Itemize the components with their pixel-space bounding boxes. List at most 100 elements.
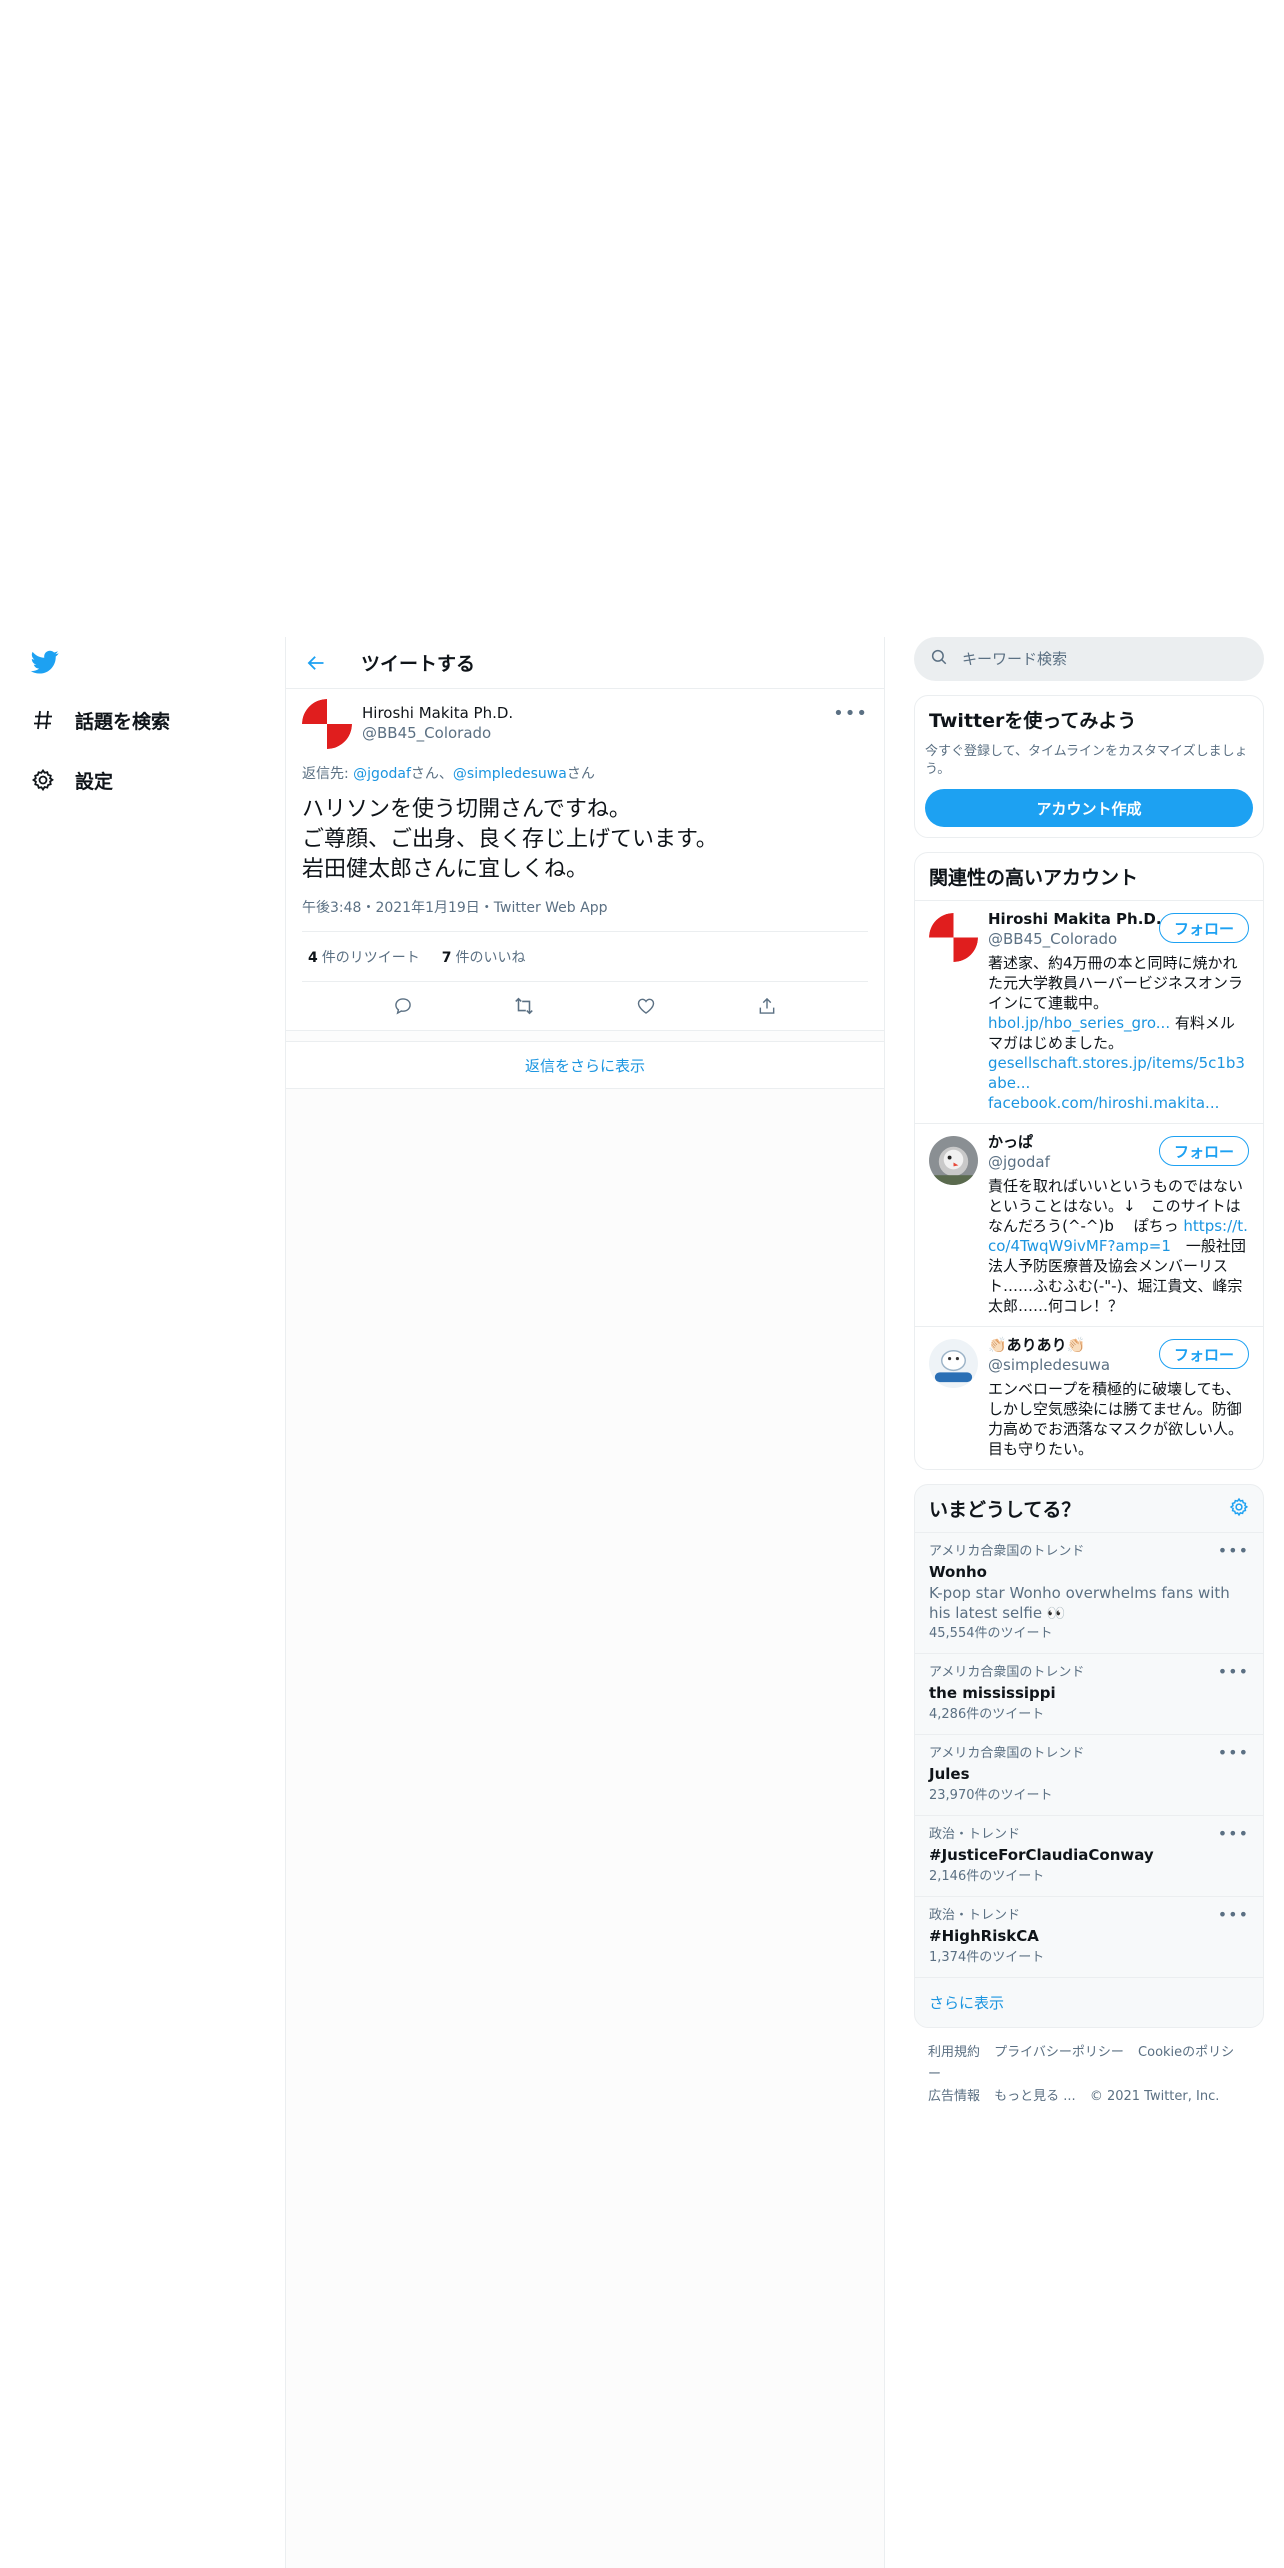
author-name[interactable]: Hiroshi Makita Ph.D. [362,703,513,723]
search-box[interactable] [914,637,1264,681]
trend-context: アメリカ合衆国のトレンド [929,1665,1085,1680]
retweet-stat[interactable]: 4 件のリツイート [308,947,420,967]
avatar[interactable] [929,1136,978,1185]
trend-context: 政治・トレンド [929,1908,1021,1923]
account-bio: 責任を取ればいいというものではないということはない。↓ このサイトはなんだろう(… [988,1176,1249,1316]
trend-context: アメリカ合衆国のトレンド [929,1544,1085,1559]
right-sidebar: Twitterを使ってみよう 今すぐ登録して、タイムラインをカスタマイズしましょ… [914,637,1264,2108]
main-header: ツイートする [286,637,884,689]
nav-explore-label: 話題を検索 [75,710,171,733]
trends-card: いまどうしてる？ アメリカ合衆国のトレンド Wonho K-pop star W… [914,1484,1264,2028]
share-icon[interactable] [749,988,785,1024]
like-label: 件のいいね [455,949,526,966]
trend-item[interactable]: 政治・トレンド #HighRiskCA 1,374件のツイート ••• [915,1897,1263,1978]
trends-title: いまどうしてる？ [929,1499,1081,1521]
show-more-trends-link[interactable]: さらに表示 [915,1978,1263,2027]
trend-context: アメリカ合衆国のトレンド [929,1746,1085,1761]
trend-name: Jules [929,1765,970,1783]
author-handle[interactable]: @BB45_Colorado [362,723,513,743]
retweet-count: 4 [308,949,318,966]
trend-name: Wonho [929,1563,987,1581]
retweet-label: 件のリツイート [321,949,420,966]
footer-ads-link[interactable]: 広告情報 [928,2089,980,2104]
reply-icon[interactable] [385,988,421,1024]
trend-count: 1,374件のツイート [929,1950,1045,1965]
trend-count: 45,554件のツイート [929,1626,1053,1641]
footer-copyright: © 2021 Twitter, Inc. [1089,2089,1220,2104]
account-bio: 著述家、約4万冊の本と同時に焼かれた元大学教員ハーバービジネスオンラインにて連載… [988,953,1249,1113]
search-icon [930,648,948,670]
follow-button[interactable]: フォロー [1158,1339,1249,1369]
hashtag-icon [29,706,57,734]
related-account[interactable]: 👏🏻ありあり👏🏻 @simpledesuwa エンベロープを積極的に破壊しても、… [915,1326,1263,1469]
follow-button[interactable]: フォロー [1158,913,1249,943]
page-title: ツイートする [361,653,476,675]
footer-more-link[interactable]: もっと見る ... [994,2089,1076,2104]
search-input[interactable] [962,650,1242,668]
tweet-actions [302,982,868,1030]
trend-item[interactable]: 政治・トレンド #JusticeForClaudiaConway 2,146件の… [915,1816,1263,1897]
bio-link[interactable]: hbol.jp/hbo_series_gro... [988,1014,1170,1032]
trend-description: K-pop star Wonho overwhelms fans with hi… [929,1584,1230,1622]
more-options-icon[interactable]: ••• [1218,1905,1249,1924]
trend-count: 2,146件のツイート [929,1869,1045,1884]
like-stat[interactable]: 7 件のいいね [442,947,526,967]
footer-links: 利用規約 プライバシーポリシー Cookieのポリシー 広告情報 もっと見る .… [914,2042,1264,2108]
avatar[interactable] [929,913,978,962]
create-account-button[interactable]: アカウント作成 [925,789,1253,827]
tweet-stats: 4 件のリツイート 7 件のいいね [302,932,868,982]
more-options-icon[interactable]: ••• [833,703,868,724]
twitter-bird-icon[interactable] [29,648,61,676]
signup-title: Twitterを使ってみよう [929,710,1137,732]
avatar[interactable] [929,1339,978,1388]
more-options-icon[interactable]: ••• [1218,1541,1249,1560]
reply-separator: さん、 [410,766,453,782]
footer-terms-link[interactable]: 利用規約 [928,2045,980,2060]
show-more-replies-button[interactable]: 返信をさらに表示 [286,1041,884,1089]
reply-to: 返信先: @jgodafさん、@simpledesuwaさん [302,763,868,783]
related-title: 関連性の高いアカウント [929,867,1139,889]
reply-user-link[interactable]: @simpledesuwa [453,766,567,782]
trend-count: 4,286件のツイート [929,1707,1045,1722]
trend-context: 政治・トレンド [929,1827,1021,1842]
gear-icon [29,766,57,794]
more-options-icon[interactable]: ••• [1218,1662,1249,1681]
bio-link[interactable]: facebook.com/hiroshi.makita... [988,1094,1219,1112]
footer-privacy-link[interactable]: プライバシーポリシー [994,2045,1124,2060]
trends-header: いまどうしてる？ [915,1485,1263,1533]
trend-name: #HighRiskCA [929,1927,1039,1945]
related-account[interactable]: かっぱ @jgodaf 責任を取ればいいというものではないということはない。↓ … [915,1123,1263,1326]
account-bio: エンベロープを積極的に破壊しても、しかし空気感染には勝てません。防御力高めでお洒… [988,1380,1244,1458]
signup-card: Twitterを使ってみよう 今すぐ登録して、タイムラインをカスタマイズしましょ… [914,695,1264,838]
avatar[interactable] [302,699,352,749]
tweet-author[interactable]: Hiroshi Makita Ph.D. @BB45_Colorado [302,699,868,751]
nav-explore[interactable]: 話題を検索 [29,700,170,740]
follow-button[interactable]: フォロー [1158,1136,1249,1166]
tweet-text: ハリソンを使う切開さんですね。 ご尊顔、ご出身、良く存じ上げています。 岩田健太… [302,797,718,882]
back-arrow-icon[interactable] [304,651,328,675]
bio-link[interactable]: gesellschaft.stores.jp/items/5c1b3abe... [988,1054,1245,1092]
reply-suffix: さん [566,766,595,782]
more-options-icon[interactable]: ••• [1218,1743,1249,1762]
bio-text: 著述家、約4万冊の本と同時に焼かれた元大学教員ハーバービジネスオンラインにて連載… [988,954,1243,1012]
trend-name: the mississippi [929,1684,1056,1702]
tweet: Hiroshi Makita Ph.D. @BB45_Colorado ••• … [286,689,884,1031]
gear-icon[interactable] [1229,1497,1249,1521]
trend-name: #JusticeForClaudiaConway [929,1846,1154,1864]
tweet-timestamp[interactable]: 午後3:48・2021年1月19日・Twitter Web App [302,897,868,932]
trend-item[interactable]: アメリカ合衆国のトレンド Jules 23,970件のツイート ••• [915,1735,1263,1816]
related-account[interactable]: Hiroshi Makita Ph.D. @BB45_Colorado 著述家、… [915,900,1263,1123]
related-accounts-card: 関連性の高いアカウント Hiroshi Makita Ph.D. @BB45_C… [914,852,1264,1470]
reply-user-link[interactable]: @jgodaf [353,766,411,782]
main-column: ツイートする Hiroshi Makita Ph.D. @BB45_Colora… [285,637,885,2568]
trend-item[interactable]: アメリカ合衆国のトレンド the mississippi 4,286件のツイート… [915,1654,1263,1735]
nav-settings[interactable]: 設定 [29,760,113,800]
trend-count: 23,970件のツイート [929,1788,1053,1803]
more-options-icon[interactable]: ••• [1218,1824,1249,1843]
nav-settings-label: 設定 [75,770,114,793]
retweet-icon[interactable] [506,988,542,1024]
signup-description: 今すぐ登録して、タイムラインをカスタマイズしましょう。 [925,744,1248,777]
trend-item[interactable]: アメリカ合衆国のトレンド Wonho K-pop star Wonho over… [915,1533,1263,1654]
reply-prefix: 返信先: [302,766,354,782]
like-heart-icon[interactable] [628,988,664,1024]
